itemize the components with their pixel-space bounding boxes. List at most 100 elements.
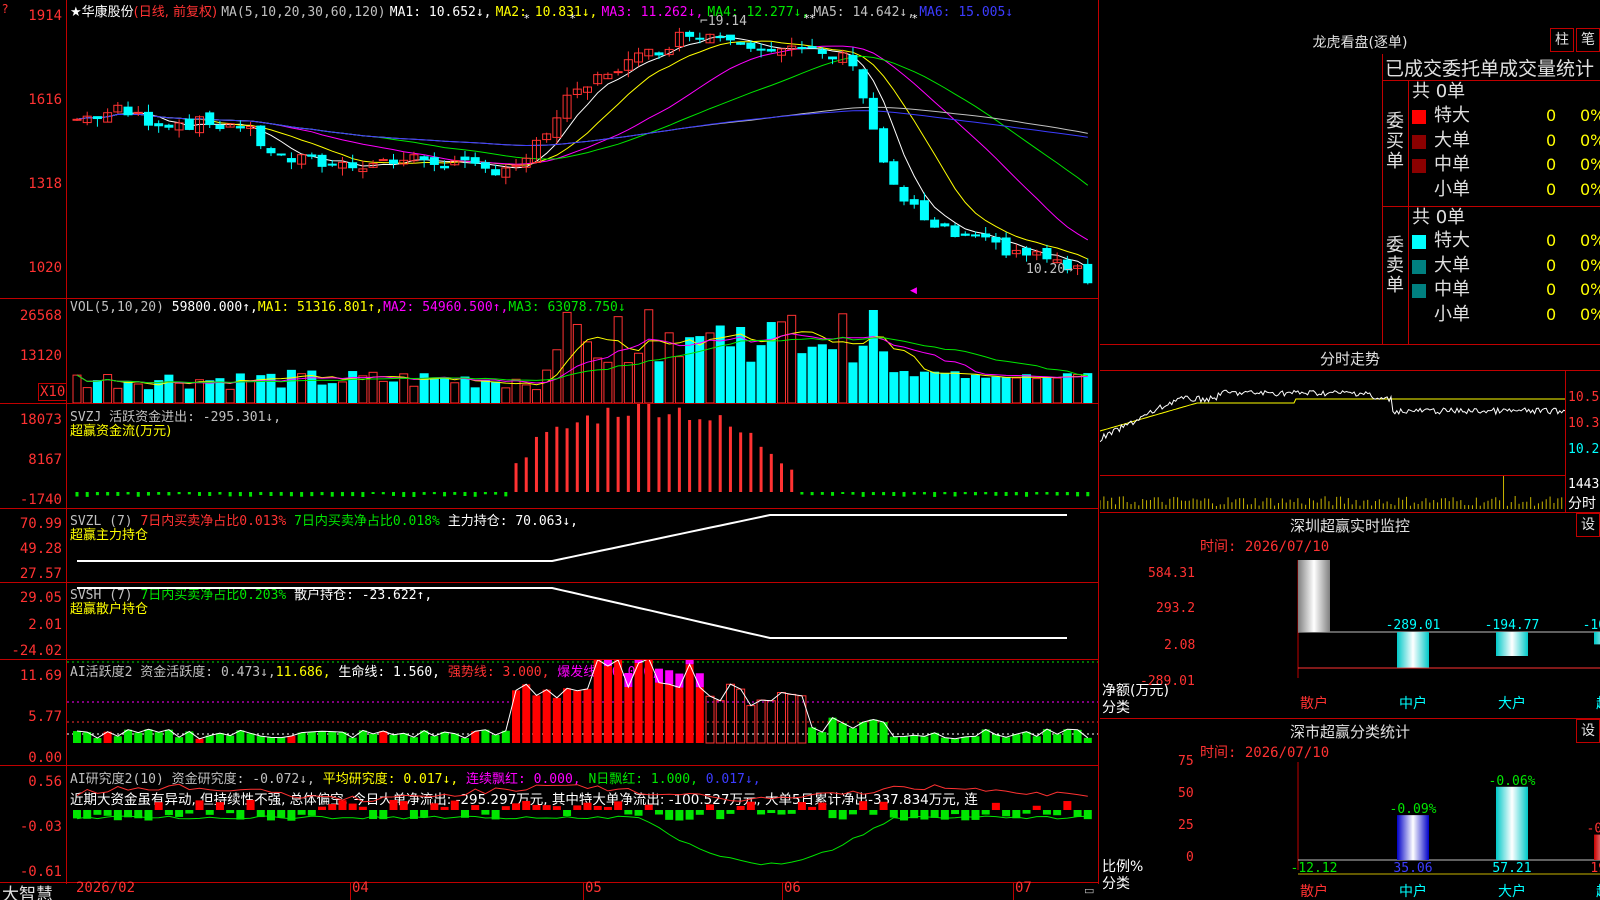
- monitor-settings-button[interactable]: 设: [1576, 513, 1600, 537]
- buy-color-swatch: [1412, 134, 1426, 149]
- monitor-axis-label: 2.08: [1164, 638, 1196, 653]
- monitor-xlabel: 分类: [1102, 700, 1130, 716]
- research-bar: [328, 804, 337, 810]
- research-bar: [859, 801, 868, 810]
- candle-body: [725, 34, 735, 41]
- activity-bar: [512, 690, 521, 743]
- activity-bar: [226, 735, 235, 743]
- activity-bar: [665, 684, 674, 743]
- volume-bar: [450, 382, 460, 403]
- svsh-chart[interactable]: [67, 583, 1098, 659]
- signal-marker-icon: *: [912, 12, 918, 25]
- ai2-chart[interactable]: [67, 766, 1098, 882]
- research-bar: [440, 806, 449, 810]
- volume-bar: [82, 387, 92, 403]
- volume-bar: [899, 371, 909, 403]
- sell-row-count: 0: [1546, 280, 1557, 299]
- candle-body: [930, 219, 940, 228]
- research-bar: [991, 802, 1000, 810]
- volume-bar: [480, 380, 490, 403]
- volume-bar: [695, 336, 705, 403]
- lhb-title: 龙虎看盘(逐单): [1312, 35, 1408, 51]
- activity-bar: [583, 688, 592, 743]
- activity-bar: [920, 736, 929, 743]
- volume-bar: [246, 380, 256, 403]
- volume-bar: [225, 388, 235, 403]
- x-axis-label: 06: [784, 880, 801, 896]
- research-bar: [624, 810, 633, 815]
- ai1-axis-label: 11.69: [19, 668, 62, 684]
- activity-bar: [379, 731, 388, 743]
- activity-bar: [951, 738, 960, 743]
- svzl-chart[interactable]: [67, 509, 1098, 582]
- monitor-bar-label: 584.31: [1291, 560, 1338, 563]
- ma-line: [76, 35, 1089, 268]
- research-bar: [389, 799, 398, 810]
- volume-bar: [531, 389, 541, 403]
- bar-mode-button[interactable]: 柱: [1550, 28, 1574, 52]
- monitor-chart[interactable]: 584.31 散户 -289.01 中户 -194.77 大户 -100.53 超大: [1200, 560, 1600, 710]
- fenshi-price-label: 10.35: [1568, 416, 1600, 431]
- candle-body: [215, 124, 225, 130]
- research-bar: [695, 810, 704, 815]
- classify-chart[interactable]: -12.12 散户 -0.09% 35.06 中户 -0.06% 57.21 大户 -0.03%…: [1200, 760, 1600, 900]
- signal-marker-icon: *: [570, 12, 576, 25]
- candle-body: [327, 163, 337, 166]
- buy-row-count: 0: [1546, 155, 1557, 174]
- buy-row-count: 0: [1546, 179, 1557, 199]
- candle-body: [858, 69, 868, 99]
- volume-bar: [930, 371, 940, 403]
- volume-bar: [460, 376, 470, 403]
- lock-icon[interactable]: ▭: [1084, 884, 1094, 897]
- research-bar: [777, 810, 786, 815]
- candle-body: [797, 46, 807, 49]
- research-bar: [246, 799, 255, 810]
- activity-bar: [808, 727, 817, 743]
- candle-body: [889, 161, 899, 185]
- activity-bar: [552, 697, 561, 743]
- activity-bar: [369, 733, 378, 743]
- volume-bar: [746, 361, 756, 403]
- classify-bar-label: 19.86: [1590, 861, 1600, 876]
- ai1-chart[interactable]: [67, 660, 1098, 765]
- activity-bar: [409, 737, 418, 743]
- volume-bar: [103, 374, 113, 403]
- right-panel: 龙虎看盘(逐单) 柱 笔 已成交委托单成交量统计 委买单 委卖单 共 0单 特大…: [1100, 0, 1600, 900]
- research-bar: [767, 810, 776, 814]
- volume-bar: [950, 371, 960, 403]
- research-bar: [1002, 810, 1011, 817]
- activity-bar: [1002, 737, 1011, 743]
- candle-body: [143, 111, 153, 126]
- kline-chart[interactable]: [67, 14, 1098, 298]
- fenshi-chart[interactable]: [1100, 371, 1566, 511]
- tick-mode-button[interactable]: 笔: [1576, 28, 1600, 52]
- sell-color-swatch: [1412, 235, 1426, 249]
- research-bar: [573, 805, 582, 810]
- classify-settings-button[interactable]: 设: [1576, 719, 1600, 743]
- ma-line: [76, 106, 1088, 147]
- vol-unit-label[interactable]: X10: [38, 383, 68, 401]
- sell-row-pct: 0%: [1580, 304, 1600, 324]
- app-logo: 大智慧: [2, 885, 53, 900]
- candle-body: [746, 42, 756, 49]
- volume-bar: [623, 362, 633, 403]
- buy-row-count: 0: [1546, 130, 1557, 150]
- candle-body: [991, 236, 1001, 243]
- sell-row-name: 中单: [1434, 279, 1470, 300]
- volume-bar: [72, 374, 82, 403]
- main-chart-area[interactable]: ★华康股份(日线, 前复权) MA(5,10,20,30,60,120) MA1…: [0, 0, 1100, 900]
- svzj-chart[interactable]: [67, 404, 1098, 508]
- activity-bar: [328, 731, 337, 743]
- kline-axis-label: 1616: [28, 92, 62, 108]
- volume-bar: [572, 323, 582, 403]
- svzj-axis-label: -1740: [19, 492, 62, 508]
- vol-chart[interactable]: [67, 299, 1098, 403]
- activity-bar: [838, 723, 847, 743]
- research-bar: [236, 810, 245, 820]
- buy-row: 大单 0 0%: [1412, 129, 1600, 153]
- volume-bar: [981, 377, 991, 403]
- research-bar: [185, 810, 194, 814]
- buy-row-name: 中单: [1434, 154, 1470, 175]
- research-bar: [369, 810, 378, 820]
- volume-bar: [429, 377, 439, 403]
